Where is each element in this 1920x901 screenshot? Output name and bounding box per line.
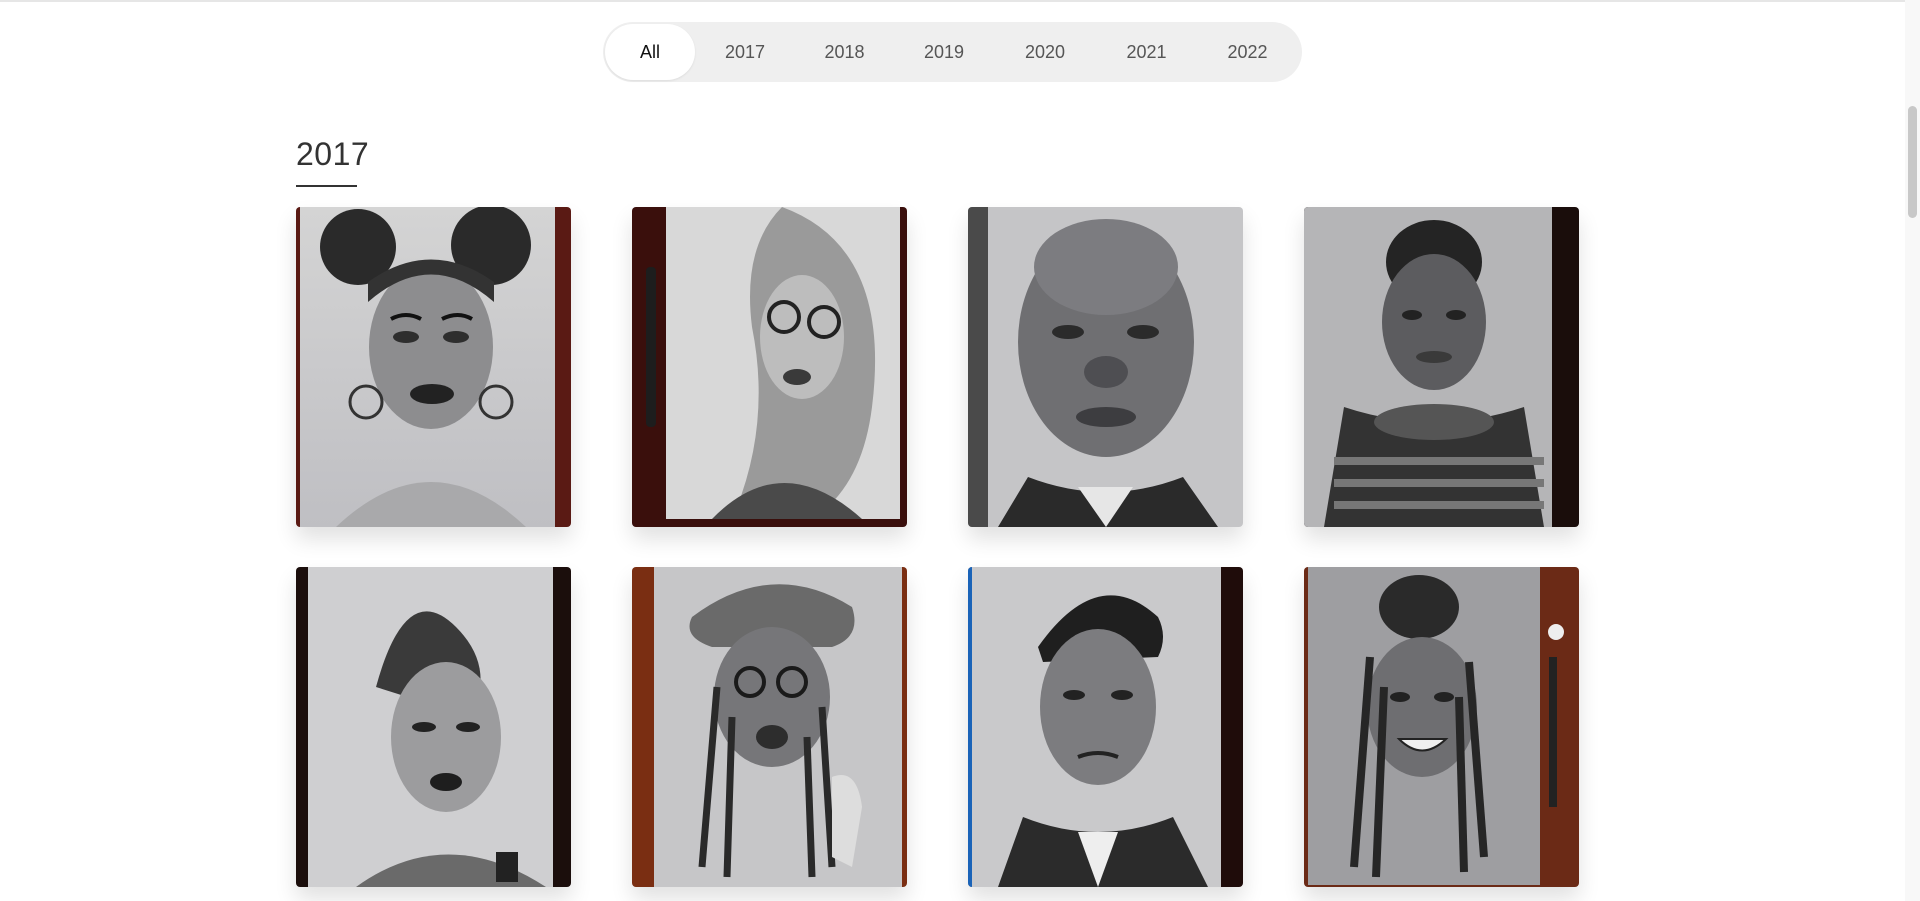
gallery-card[interactable] (968, 567, 1243, 887)
section-underline (296, 185, 357, 187)
portrait-drawing-image (632, 207, 907, 527)
portrait-drawing-image (968, 567, 1243, 887)
portrait-drawing-image (1304, 207, 1579, 527)
portrait-drawing-image (296, 207, 571, 527)
tab-2022[interactable]: 2022 (1197, 24, 1298, 80)
gallery-grid (296, 207, 1580, 887)
gallery-card[interactable] (632, 567, 907, 887)
portrait-drawing-image (1304, 567, 1579, 887)
tab-2019[interactable]: 2019 (894, 24, 994, 80)
portrait-drawing-image (296, 567, 571, 887)
gallery-card[interactable] (296, 567, 571, 887)
gallery-card[interactable] (968, 207, 1243, 527)
tab-2018[interactable]: 2018 (795, 24, 894, 80)
scrollbar-thumb[interactable] (1908, 106, 1917, 218)
section-title: 2017 (296, 136, 370, 172)
gallery-card[interactable] (1304, 567, 1579, 887)
top-border (0, 0, 1905, 2)
tab-2020[interactable]: 2020 (994, 24, 1096, 80)
gallery-card[interactable] (632, 207, 907, 527)
gallery-card[interactable] (1304, 207, 1579, 527)
portrait-drawing-image (632, 567, 907, 887)
tab-2021[interactable]: 2021 (1096, 24, 1197, 80)
page-scrollbar[interactable] (1905, 0, 1920, 901)
tab-all[interactable]: All (605, 24, 695, 80)
portrait-drawing-image (968, 207, 1243, 527)
tab-2017[interactable]: 2017 (695, 24, 795, 80)
gallery-card[interactable] (296, 207, 571, 527)
year-filter-bar: All 2017 2018 2019 2020 2021 2022 (603, 22, 1302, 82)
